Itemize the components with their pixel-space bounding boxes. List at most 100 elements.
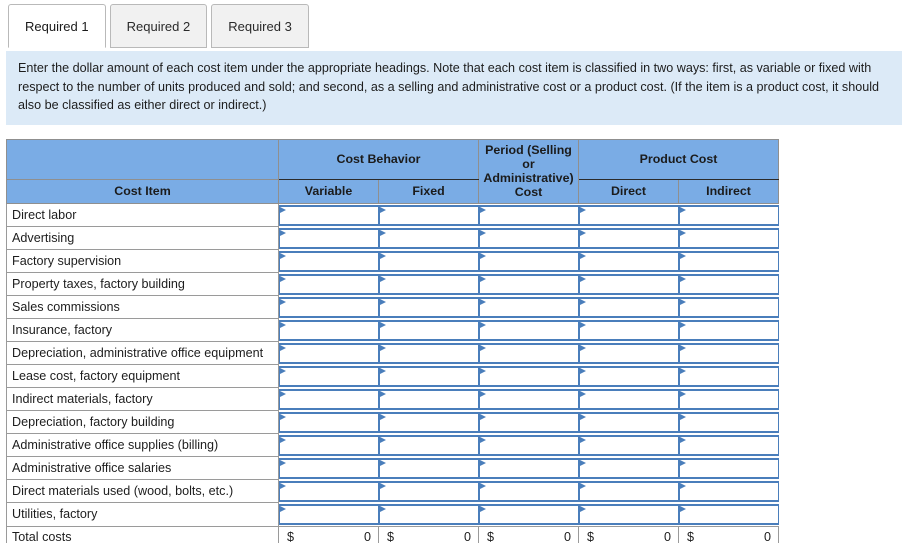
input-cell[interactable] — [678, 203, 779, 227]
amount-input[interactable] — [378, 503, 479, 525]
amount-input[interactable] — [478, 388, 579, 410]
input-cell[interactable] — [478, 226, 579, 250]
amount-input[interactable] — [478, 480, 579, 502]
input-cell[interactable] — [478, 456, 579, 480]
amount-input[interactable] — [578, 388, 679, 410]
input-cell[interactable] — [578, 203, 679, 227]
input-cell[interactable] — [278, 226, 379, 250]
input-cell[interactable] — [578, 502, 679, 526]
input-cell[interactable] — [478, 249, 579, 273]
amount-input[interactable] — [578, 503, 679, 525]
input-cell[interactable] — [478, 203, 579, 227]
input-cell[interactable] — [678, 387, 779, 411]
input-cell[interactable] — [578, 387, 679, 411]
amount-input[interactable] — [378, 365, 479, 387]
amount-input[interactable] — [378, 250, 479, 272]
input-cell[interactable] — [478, 295, 579, 319]
tab-required-3[interactable]: Required 3 — [211, 4, 309, 48]
input-cell[interactable] — [278, 502, 379, 526]
amount-input[interactable] — [478, 411, 579, 433]
amount-input[interactable] — [478, 503, 579, 525]
input-cell[interactable] — [678, 502, 779, 526]
amount-input[interactable] — [678, 250, 779, 272]
input-cell[interactable] — [578, 226, 679, 250]
amount-input[interactable] — [279, 457, 379, 479]
input-cell[interactable] — [678, 456, 779, 480]
amount-input[interactable] — [279, 434, 379, 456]
input-cell[interactable] — [378, 364, 479, 388]
input-cell[interactable] — [478, 364, 579, 388]
input-cell[interactable] — [278, 249, 379, 273]
amount-input[interactable] — [478, 319, 579, 341]
input-cell[interactable] — [678, 249, 779, 273]
tab-required-2[interactable]: Required 2 — [109, 4, 208, 48]
input-cell[interactable] — [478, 479, 579, 503]
input-cell[interactable] — [578, 318, 679, 342]
input-cell[interactable] — [278, 364, 379, 388]
input-cell[interactable] — [278, 433, 379, 457]
input-cell[interactable] — [678, 272, 779, 296]
input-cell[interactable] — [578, 341, 679, 365]
amount-input[interactable] — [378, 319, 479, 341]
amount-input[interactable] — [678, 273, 779, 295]
amount-input[interactable] — [578, 434, 679, 456]
amount-input[interactable] — [378, 434, 479, 456]
amount-input[interactable] — [678, 227, 779, 249]
input-cell[interactable] — [278, 318, 379, 342]
amount-input[interactable] — [478, 204, 579, 226]
input-cell[interactable] — [578, 410, 679, 434]
amount-input[interactable] — [478, 342, 579, 364]
amount-input[interactable] — [279, 227, 379, 249]
amount-input[interactable] — [678, 457, 779, 479]
input-cell[interactable] — [278, 341, 379, 365]
input-cell[interactable] — [678, 295, 779, 319]
input-cell[interactable] — [678, 479, 779, 503]
amount-input[interactable] — [279, 365, 379, 387]
amount-input[interactable] — [578, 411, 679, 433]
input-cell[interactable] — [378, 387, 479, 411]
amount-input[interactable] — [678, 204, 779, 226]
input-cell[interactable] — [578, 364, 679, 388]
amount-input[interactable] — [578, 365, 679, 387]
amount-input[interactable] — [678, 480, 779, 502]
input-cell[interactable] — [278, 410, 379, 434]
amount-input[interactable] — [678, 319, 779, 341]
input-cell[interactable] — [378, 433, 479, 457]
amount-input[interactable] — [578, 296, 679, 318]
amount-input[interactable] — [478, 457, 579, 479]
input-cell[interactable] — [478, 272, 579, 296]
amount-input[interactable] — [678, 342, 779, 364]
input-cell[interactable] — [378, 249, 479, 273]
input-cell[interactable] — [378, 318, 479, 342]
amount-input[interactable] — [478, 365, 579, 387]
amount-input[interactable] — [678, 411, 779, 433]
input-cell[interactable] — [478, 387, 579, 411]
amount-input[interactable] — [279, 503, 379, 525]
input-cell[interactable] — [578, 295, 679, 319]
amount-input[interactable] — [378, 411, 479, 433]
amount-input[interactable] — [578, 480, 679, 502]
input-cell[interactable] — [678, 364, 779, 388]
input-cell[interactable] — [378, 203, 479, 227]
amount-input[interactable] — [378, 273, 479, 295]
amount-input[interactable] — [678, 388, 779, 410]
input-cell[interactable] — [278, 295, 379, 319]
input-cell[interactable] — [278, 479, 379, 503]
input-cell[interactable] — [578, 433, 679, 457]
amount-input[interactable] — [279, 204, 379, 226]
amount-input[interactable] — [279, 296, 379, 318]
input-cell[interactable] — [578, 272, 679, 296]
amount-input[interactable] — [378, 296, 479, 318]
amount-input[interactable] — [578, 319, 679, 341]
input-cell[interactable] — [578, 479, 679, 503]
amount-input[interactable] — [578, 457, 679, 479]
amount-input[interactable] — [378, 204, 479, 226]
amount-input[interactable] — [279, 273, 379, 295]
amount-input[interactable] — [279, 319, 379, 341]
input-cell[interactable] — [378, 479, 479, 503]
amount-input[interactable] — [378, 388, 479, 410]
input-cell[interactable] — [378, 341, 479, 365]
input-cell[interactable] — [678, 226, 779, 250]
input-cell[interactable] — [678, 410, 779, 434]
input-cell[interactable] — [278, 203, 379, 227]
